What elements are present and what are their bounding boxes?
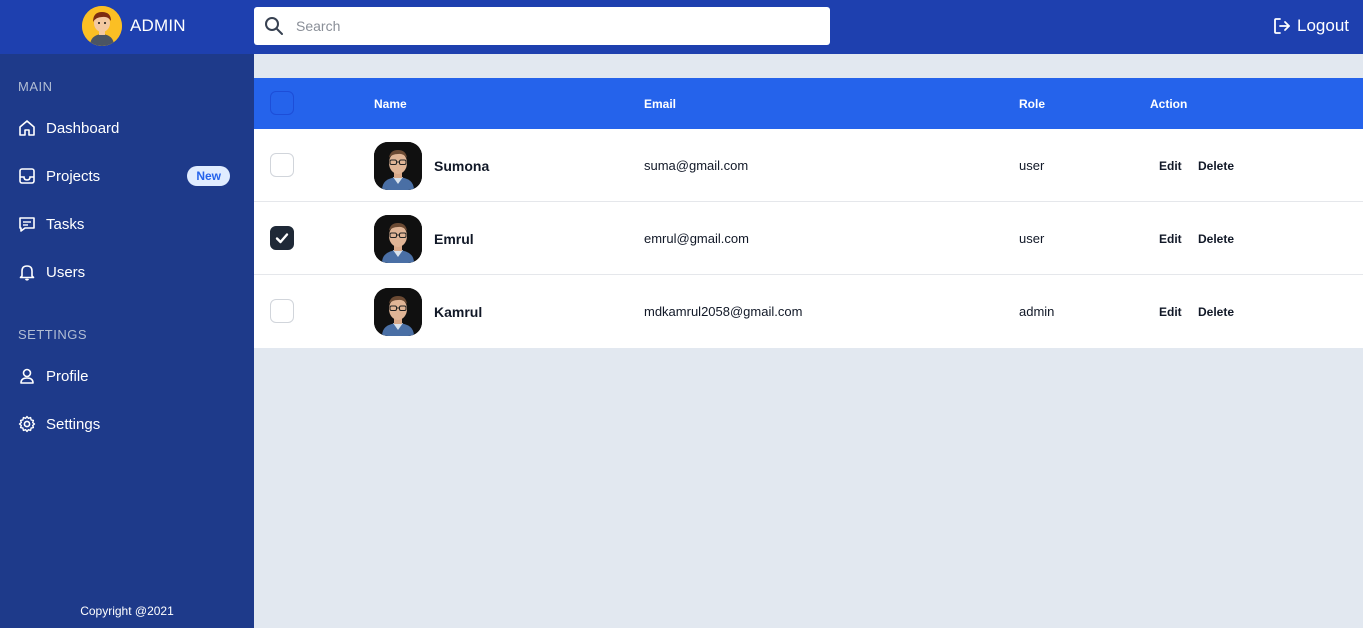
- table-header: Name Email Role Action: [254, 78, 1363, 129]
- users-table: Name Email Role Action Sumona suma@gmail…: [254, 78, 1363, 348]
- top-bar: ADMIN Logout: [0, 0, 1363, 54]
- section-title-main: MAIN: [18, 79, 53, 94]
- sidebar-item-dashboard[interactable]: Dashboard: [18, 114, 232, 142]
- delete-button[interactable]: Delete: [1198, 305, 1234, 319]
- section-title-settings: SETTINGS: [18, 327, 88, 342]
- user-email: emrul@gmail.com: [644, 231, 749, 246]
- column-header-name: Name: [374, 97, 407, 111]
- brand-name: ADMIN: [130, 16, 186, 35]
- sidebar-item-settings[interactable]: Settings: [18, 410, 232, 438]
- user-name: Sumona: [434, 158, 490, 174]
- user-role: admin: [1019, 304, 1055, 319]
- column-header-email: Email: [644, 97, 677, 111]
- user-icon: [20, 368, 34, 384]
- search-icon: [265, 17, 283, 35]
- sidebar-item-projects[interactable]: Projects New: [18, 162, 232, 190]
- logout-button[interactable]: Logout: [1273, 14, 1349, 38]
- sidebar-item-profile[interactable]: Profile: [18, 362, 232, 390]
- new-badge: New: [187, 166, 230, 186]
- user-name: Emrul: [434, 231, 474, 247]
- inbox-icon: [19, 168, 35, 184]
- sidebar-item-label: Tasks: [46, 215, 85, 233]
- sidebar-item-label: Users: [46, 263, 86, 281]
- message-icon: [19, 217, 35, 232]
- delete-button[interactable]: Delete: [1198, 232, 1234, 246]
- sidebar-item-label: Profile: [46, 367, 89, 385]
- table-row: Emrul emrul@gmail.com user Edit Delete: [254, 202, 1363, 275]
- table-row: Kamrul mdkamrul2058@gmail.com admin Edit…: [254, 275, 1363, 348]
- user-photo: [374, 288, 422, 336]
- copyright-text: Copyright @2021: [80, 604, 174, 618]
- sidebar-item-label: Settings: [46, 415, 101, 433]
- sidebar: MAIN Dashboard Projects New Tasks Users …: [0, 54, 254, 628]
- user-photo: [374, 215, 422, 263]
- sidebar-item-tasks[interactable]: Tasks: [18, 210, 232, 238]
- search-input[interactable]: [296, 11, 816, 41]
- checkmark-icon: [275, 233, 289, 244]
- gear-icon: [18, 415, 36, 433]
- column-header-role: Role: [1019, 97, 1046, 111]
- user-photo: [374, 142, 422, 190]
- home-icon: [19, 120, 35, 136]
- select-all-checkbox[interactable]: [270, 91, 294, 115]
- edit-button[interactable]: Edit: [1159, 232, 1182, 246]
- table-row: Sumona suma@gmail.com user Edit Delete: [254, 129, 1363, 202]
- edit-button[interactable]: Edit: [1159, 159, 1182, 173]
- user-role: user: [1019, 158, 1045, 173]
- edit-button[interactable]: Edit: [1159, 305, 1182, 319]
- delete-button[interactable]: Delete: [1198, 159, 1234, 173]
- user-email: mdkamrul2058@gmail.com: [644, 304, 803, 319]
- sidebar-item-label: Projects: [46, 167, 101, 185]
- user-email: suma@gmail.com: [644, 158, 749, 173]
- column-header-action: Action: [1150, 97, 1188, 111]
- row-checkbox[interactable]: [270, 226, 294, 250]
- logout-icon: [1274, 18, 1290, 34]
- row-checkbox[interactable]: [270, 153, 294, 177]
- sidebar-item-label: Dashboard: [46, 119, 120, 137]
- user-name: Kamrul: [434, 304, 483, 320]
- search-bar: [254, 7, 830, 45]
- sidebar-item-users[interactable]: Users: [18, 258, 232, 286]
- admin-avatar: [82, 6, 122, 46]
- bell-icon: [19, 265, 35, 281]
- row-checkbox[interactable]: [270, 299, 294, 323]
- user-role: user: [1019, 231, 1045, 246]
- logout-label: Logout: [1297, 16, 1349, 35]
- brand[interactable]: ADMIN: [82, 6, 186, 46]
